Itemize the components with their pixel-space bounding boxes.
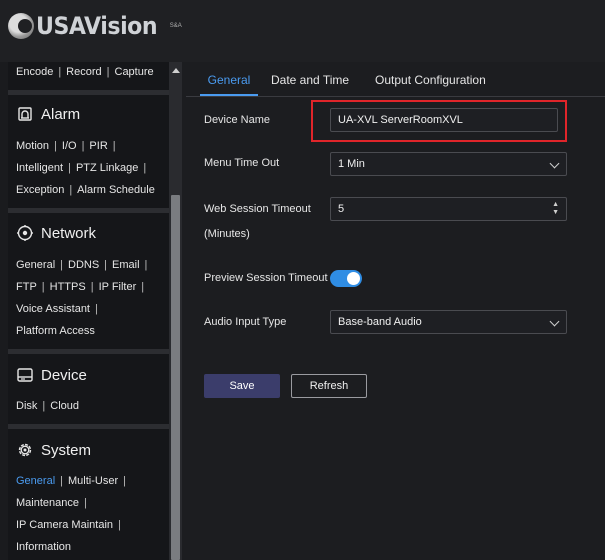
sidebar-item-cloud[interactable]: Cloud — [50, 400, 79, 412]
alarm-icon — [18, 107, 32, 121]
brand-logo: USAVision S&A — [8, 12, 182, 40]
device-name-label: Device Name — [204, 114, 271, 126]
alarm-links-row-2: Intelligent | PTZ Linkage | — [16, 162, 147, 174]
sidebar-item-motion[interactable]: Motion — [16, 140, 49, 152]
alarm-links-row-1: Motion | I/O | PIR | — [16, 140, 116, 152]
sidebar-item-intelligent[interactable]: Intelligent — [16, 162, 63, 174]
section-device-title: Device — [41, 366, 87, 384]
alarm-links-row-3: Exception | Alarm Schedule — [16, 184, 155, 196]
section-alarm[interactable]: Alarm — [16, 105, 80, 123]
gear-icon — [18, 443, 32, 457]
sidebar-divider — [8, 90, 169, 95]
sidebar-top-links: Encode | Record | Capture — [16, 66, 154, 78]
sidebar-divider — [8, 349, 169, 354]
scroll-up-arrow-icon[interactable] — [172, 68, 180, 73]
device-name-highlight-box — [311, 100, 567, 142]
system-links-row-2: Maintenance | — [16, 497, 87, 509]
menu-time-out-value: 1 Min — [338, 158, 365, 170]
logo-icon — [8, 13, 34, 39]
sidebar-item-network-general[interactable]: General — [16, 259, 55, 271]
network-links-row-2: FTP | HTTPS | IP Filter | — [16, 281, 145, 293]
tab-general[interactable]: General — [200, 68, 258, 96]
device-icon — [17, 368, 33, 382]
tab-date-and-time[interactable]: Date and Time — [271, 68, 349, 96]
section-network-title: Network — [41, 224, 97, 242]
spinner-arrows-icon[interactable]: ▲ ▼ — [552, 201, 559, 217]
network-links-row-4: Platform Access — [16, 325, 95, 337]
sidebar-item-encode[interactable]: Encode — [16, 66, 53, 78]
network-icon — [17, 225, 33, 241]
sidebar-item-ptz-linkage[interactable]: PTZ Linkage — [76, 162, 138, 174]
sidebar-item-ftp[interactable]: FTP — [16, 281, 37, 293]
preview-session-timeout-toggle[interactable] — [330, 270, 362, 287]
web-session-timeout-stepper[interactable]: 5 ▲ ▼ — [330, 197, 567, 221]
sidebar-item-exception[interactable]: Exception — [16, 184, 64, 196]
toggle-knob — [347, 272, 360, 285]
web-session-timeout-unit: (Minutes) — [204, 228, 250, 240]
chevron-down-icon — [549, 158, 560, 169]
network-links-row-3: Voice Assistant | — [16, 303, 98, 315]
settings-tabs: General Date and Time Output Configurati… — [186, 68, 605, 97]
sidebar-item-pir[interactable]: PIR — [89, 140, 107, 152]
sidebar-item-information[interactable]: Information — [16, 541, 71, 553]
sidebar-item-ip-filter[interactable]: IP Filter — [99, 281, 137, 293]
section-system-title: System — [41, 441, 92, 459]
system-links-row-1: General | Multi-User | — [16, 475, 126, 487]
app-header: USAVision S&A — [0, 0, 605, 62]
tab-output-configuration[interactable]: Output Configuration — [375, 68, 486, 96]
refresh-button[interactable]: Refresh — [291, 374, 367, 398]
sidebar-item-ddns[interactable]: DDNS — [68, 259, 99, 271]
chevron-down-icon — [549, 316, 560, 327]
sidebar-item-email[interactable]: Email — [112, 259, 140, 271]
sidebar-item-record[interactable]: Record — [66, 66, 101, 78]
sidebar-item-capture[interactable]: Capture — [115, 66, 154, 78]
sidebar-item-alarm-schedule[interactable]: Alarm Schedule — [77, 184, 155, 196]
sidebar-item-io[interactable]: I/O — [62, 140, 77, 152]
sidebar-item-https[interactable]: HTTPS — [50, 281, 86, 293]
section-alarm-title: Alarm — [41, 105, 81, 123]
sidebar-scroll-thumb[interactable] — [171, 195, 180, 560]
sidebar-item-maintenance[interactable]: Maintenance — [16, 497, 79, 509]
sidebar-divider — [8, 424, 169, 429]
sidebar-item-platform-access[interactable]: Platform Access — [16, 325, 95, 337]
sidebar-item-system-general[interactable]: General — [16, 475, 55, 487]
section-network[interactable]: Network — [16, 224, 96, 242]
sidebar-item-disk[interactable]: Disk — [16, 400, 37, 412]
device-links-row-1: Disk | Cloud — [16, 400, 79, 412]
system-links-row-3: IP Camera Maintain | — [16, 519, 121, 531]
brand-trademark: S&A — [169, 23, 182, 29]
menu-time-out-label: Menu Time Out — [204, 157, 280, 169]
save-button[interactable]: Save — [204, 374, 280, 398]
system-links-row-4: Information — [16, 541, 71, 553]
web-session-timeout-label: Web Session Timeout — [204, 203, 311, 215]
audio-input-type-select[interactable]: Base-band Audio — [330, 310, 567, 334]
sidebar-divider — [8, 208, 169, 213]
brand-name: USAVision — [36, 12, 158, 40]
web-session-timeout-value: 5 — [338, 203, 345, 215]
network-links-row-1: General | DDNS | Email | — [16, 259, 148, 271]
audio-input-type-value: Base-band Audio — [338, 316, 422, 328]
menu-time-out-select[interactable]: 1 Min — [330, 152, 567, 176]
section-device[interactable]: Device — [16, 366, 87, 384]
sidebar-item-voice-assistant[interactable]: Voice Assistant — [16, 303, 90, 315]
sidebar-item-multi-user[interactable]: Multi-User — [68, 475, 118, 487]
preview-session-timeout-label: Preview Session Timeout — [204, 272, 328, 284]
audio-input-type-label: Audio Input Type — [204, 316, 287, 328]
section-system[interactable]: System — [16, 441, 91, 459]
sidebar-item-ip-camera-maintain[interactable]: IP Camera Maintain — [16, 519, 113, 531]
